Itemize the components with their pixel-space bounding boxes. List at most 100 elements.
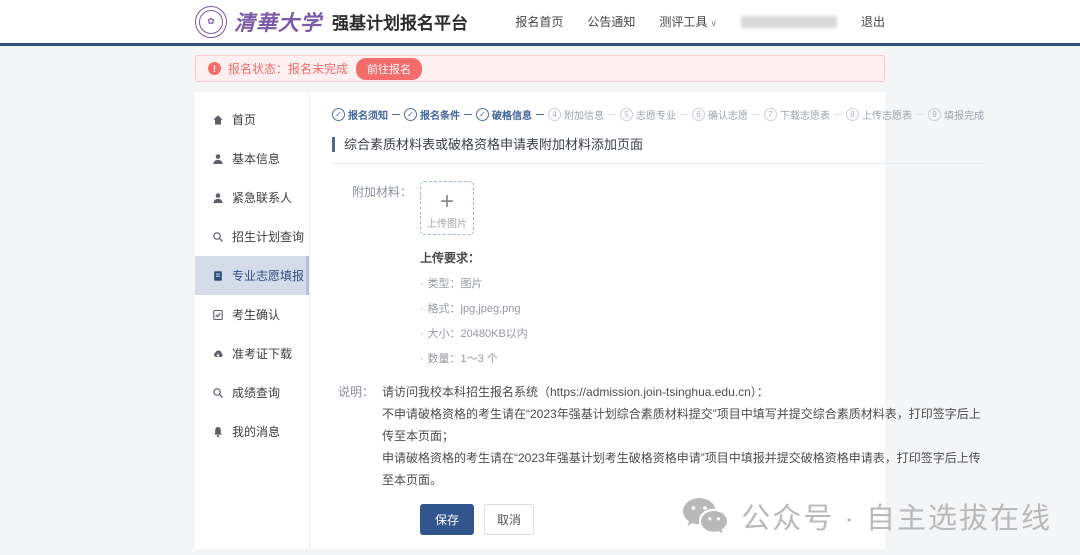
note-line: 申请破格资格的考生请在“2023年强基计划考生破格资格申请”项目中填报并提交破格…	[382, 447, 984, 491]
step-connector	[916, 114, 924, 115]
sidebar-item-label: 招生计划查询	[232, 228, 304, 245]
step-connector	[536, 114, 544, 115]
chevron-down-icon: ∨	[710, 18, 717, 28]
go-register-button[interactable]: 前往报名	[356, 58, 422, 80]
step-additional-info: 4附加信息	[548, 107, 604, 122]
page: ✿ 清華大学 强基计划报名平台 报名首页 公告通知 测评工具∨ 退出 ! 报名状…	[0, 0, 1080, 555]
tsinghua-logo-icon: ✿	[195, 6, 227, 38]
step-number: 5	[620, 108, 633, 121]
step-number: 9	[928, 108, 941, 121]
upload-requirements-list: ◦类型：图片 ◦格式：jpg,jpeg,png ◦大小：20480KB以内 ◦数…	[420, 275, 528, 366]
requirement-format: ◦格式：jpg,jpeg,png	[420, 300, 528, 316]
step-number: 7	[764, 108, 777, 121]
step-connector	[392, 114, 400, 115]
step-connector	[834, 114, 842, 115]
upload-button-label: 上传图片	[421, 215, 473, 230]
wechat-icon	[681, 496, 729, 536]
document-icon	[212, 270, 224, 282]
page-title: 综合素质材料表或破格资格申请表附加材料添加页面	[332, 137, 984, 152]
search-icon	[212, 231, 224, 243]
notes-label: 说明：	[332, 381, 374, 491]
status-alert: ! 报名状态：报名未完成 前往报名	[195, 55, 885, 82]
alert-exclamation-icon: !	[208, 62, 221, 75]
upload-image-button[interactable]: + 上传图片	[420, 181, 474, 235]
nav-item-announcements[interactable]: 公告通知	[587, 13, 635, 30]
check-document-icon	[212, 309, 224, 321]
step-number: 8	[846, 108, 859, 121]
sidebar-item-score-query[interactable]: 成绩查询	[195, 373, 309, 412]
nav-item-label: 测评工具	[659, 15, 707, 29]
step-complete: 9填报完成	[928, 107, 984, 122]
note-line: 请访问我校本科招生报名系统（https://admission.join-tsi…	[382, 381, 984, 403]
step-preferred-majors: 5志愿专业	[620, 107, 676, 122]
requirement-count: ◦数量：1～3 个	[420, 350, 528, 366]
watermark: 公众号 · 自主选拔在线	[681, 495, 1052, 537]
header-nav: 报名首页 公告通知 测评工具∨ 退出	[515, 13, 885, 30]
step-application-conditions: ✓报名条件	[404, 107, 460, 122]
sidebar-item-label: 专业志愿填报	[232, 267, 304, 284]
sidebar-item-emergency-contact[interactable]: 紧急联系人	[195, 178, 309, 217]
main-content: ✓报名须知 ✓报名条件 ✓破格信息 4附加信息 5志愿专业 6确认志愿 7下载志…	[310, 92, 1006, 549]
app-header: ✿ 清華大学 强基计划报名平台 报名首页 公告通知 测评工具∨ 退出	[0, 0, 1080, 46]
sidebar-item-my-messages[interactable]: 我的消息	[195, 412, 309, 451]
step-check-icon: ✓	[476, 108, 489, 121]
step-connector	[680, 114, 688, 115]
search-icon	[212, 387, 224, 399]
cloud-download-icon	[212, 348, 224, 360]
step-download-form: 7下载志愿表	[764, 107, 830, 122]
sidebar-item-label: 考生确认	[232, 306, 280, 323]
step-check-icon: ✓	[332, 108, 345, 121]
bullet-icon: ◦	[420, 304, 424, 315]
user-icon	[212, 153, 224, 165]
plus-icon: +	[440, 190, 454, 214]
sidebar: 首页 基本信息 紧急联系人 招生计划查询 专业志愿填报	[195, 92, 310, 549]
step-number: 4	[548, 108, 561, 121]
sidebar-item-basic-info[interactable]: 基本信息	[195, 139, 309, 178]
step-application-notice: ✓报名须知	[332, 107, 388, 122]
sidebar-item-label: 首页	[232, 111, 256, 128]
sidebar-item-home[interactable]: 首页	[195, 100, 309, 139]
step-indicator: ✓报名须知 ✓报名条件 ✓破格信息 4附加信息 5志愿专业 6确认志愿 7下载志…	[332, 107, 984, 122]
attachment-label: 附加材料：	[332, 181, 412, 366]
sidebar-item-candidate-confirm[interactable]: 考生确认	[195, 295, 309, 334]
bullet-icon: ◦	[420, 354, 424, 365]
step-upload-form: 8上传志愿表	[846, 107, 912, 122]
sidebar-item-admission-ticket-download[interactable]: 准考证下载	[195, 334, 309, 373]
alert-status-text: 报名状态：报名未完成	[228, 60, 348, 77]
cancel-button[interactable]: 取消	[484, 504, 534, 535]
step-check-icon: ✓	[404, 108, 417, 121]
save-button[interactable]: 保存	[420, 504, 474, 535]
sidebar-item-label: 成绩查询	[232, 384, 280, 401]
step-number: 6	[692, 108, 705, 121]
content-card: 首页 基本信息 紧急联系人 招生计划查询 专业志愿填报	[195, 92, 885, 549]
attachment-form-row: 附加材料： + 上传图片 上传要求： ◦类型：图片 ◦格式：jpg,jpeg,p…	[332, 181, 984, 366]
user-info-redacted	[741, 16, 837, 28]
step-connector	[464, 114, 472, 115]
platform-title: 强基计划报名平台	[332, 9, 468, 34]
sidebar-item-label: 紧急联系人	[232, 189, 292, 206]
sidebar-item-label: 我的消息	[232, 423, 280, 440]
home-icon	[212, 114, 224, 126]
notes-section: 说明： 请访问我校本科招生报名系统（https://admission.join…	[332, 381, 984, 491]
user-icon	[212, 192, 224, 204]
nav-item-assessment-tools[interactable]: 测评工具∨	[659, 13, 717, 30]
bullet-icon: ◦	[420, 279, 424, 290]
nav-item-home[interactable]: 报名首页	[515, 13, 563, 30]
watermark-text: 公众号 · 自主选拔在线	[741, 495, 1052, 537]
step-connector	[608, 114, 616, 115]
upload-requirements-title: 上传要求：	[420, 249, 528, 266]
logout-link[interactable]: 退出	[861, 13, 885, 30]
bullet-icon: ◦	[420, 329, 424, 340]
title-divider	[332, 163, 984, 164]
note-line: 不申请破格资格的考生请在“2023年强基计划综合素质材料提交”项目中填写并提交综…	[382, 403, 984, 447]
sidebar-item-major-preference[interactable]: 专业志愿填报	[195, 256, 309, 295]
requirement-size: ◦大小：20480KB以内	[420, 325, 528, 341]
step-exception-info: ✓破格信息	[476, 107, 532, 122]
sidebar-item-label: 基本信息	[232, 150, 280, 167]
university-name: 清華大学	[234, 7, 322, 37]
sidebar-item-admission-plan-query[interactable]: 招生计划查询	[195, 217, 309, 256]
step-connector	[752, 114, 760, 115]
sidebar-item-label: 准考证下载	[232, 345, 292, 362]
requirement-type: ◦类型：图片	[420, 275, 528, 291]
bell-icon	[212, 426, 224, 438]
